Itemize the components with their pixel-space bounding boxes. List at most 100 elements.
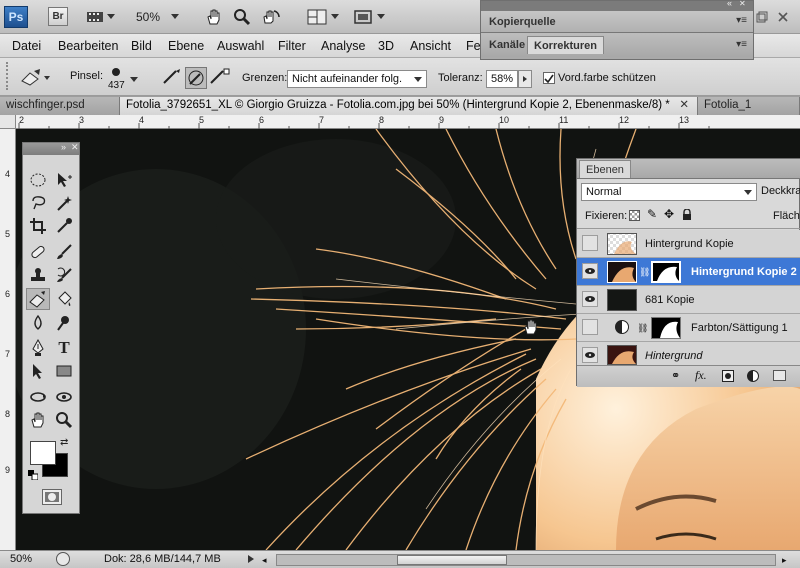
layer-row[interactable]: Hintergrund	[577, 342, 800, 366]
quick-mask-button[interactable]	[42, 489, 62, 505]
ruler-origin[interactable]	[0, 115, 16, 129]
options-grip[interactable]	[6, 62, 12, 90]
rectangle-tool-icon[interactable]	[52, 360, 76, 382]
marquee-tool-icon[interactable]	[26, 169, 50, 191]
layer-row[interactable]: 681 Kopie	[577, 286, 800, 314]
screen-mode-icon[interactable]	[352, 7, 374, 27]
panel-menu-icon[interactable]: ▾≡	[736, 39, 747, 50]
protect-foreground-checkbox[interactable]	[543, 72, 555, 84]
zoom-tool-icon[interactable]	[232, 7, 252, 27]
3d-orbit-tool-icon[interactable]	[52, 386, 76, 408]
scroll-left-icon[interactable]: ◂	[262, 555, 267, 566]
layer-mask-thumbnail[interactable]	[651, 261, 681, 283]
type-tool-icon[interactable]: T	[52, 337, 76, 359]
hand-tool-icon[interactable]	[26, 409, 50, 431]
blur-tool-icon[interactable]	[26, 312, 50, 334]
panel-menu-icon[interactable]: ▾≡	[736, 15, 747, 26]
link-icon[interactable]: ⛓	[639, 267, 650, 278]
eraser-tool-preset-icon[interactable]	[20, 67, 50, 87]
tab-fotolia-active[interactable]: Fotolia_3792651_XL © Giorgio Gruizza - F…	[120, 97, 698, 115]
rotate-view-icon[interactable]	[260, 7, 282, 27]
tab-kanaele[interactable]: Kanäle	[483, 36, 531, 54]
paint-bucket-tool-icon[interactable]	[52, 288, 76, 310]
close-tab-icon[interactable]: ✕	[679, 97, 689, 114]
sample-once-icon[interactable]	[185, 67, 207, 89]
scrollbar-thumb[interactable]	[397, 555, 507, 565]
eye-icon[interactable]	[582, 263, 598, 279]
foreground-color-swatch-front[interactable]	[30, 441, 56, 465]
lasso-tool-icon[interactable]	[26, 192, 50, 214]
blend-mode-select[interactable]: Normal	[581, 183, 757, 201]
magic-wand-tool-icon[interactable]	[52, 192, 76, 214]
healing-brush-tool-icon[interactable]	[26, 241, 50, 263]
panel-dock-header[interactable]: « ✕	[481, 0, 753, 11]
chevron-down-icon[interactable]	[106, 7, 116, 27]
sample-background-icon[interactable]	[209, 68, 231, 88]
zoom-level[interactable]: 50%	[136, 10, 160, 24]
scroll-right-icon[interactable]: ▸	[782, 555, 787, 566]
move-tool-icon[interactable]	[52, 169, 76, 191]
menu-select[interactable]: Auswahl	[217, 39, 264, 53]
sample-continuous-icon[interactable]	[162, 68, 184, 88]
close-window-icon[interactable]	[776, 7, 790, 27]
tools-panel-header[interactable]: » ✕	[23, 142, 79, 155]
collapse-icon[interactable]: «	[727, 0, 732, 8]
layer-mask-thumbnail[interactable]	[651, 317, 681, 339]
new-group-icon[interactable]	[773, 370, 786, 381]
tab-wischfinger[interactable]: wischfinger.psd	[0, 97, 120, 115]
chevron-down-icon[interactable]	[330, 7, 340, 27]
tab-ebenen[interactable]: Ebenen	[579, 160, 631, 178]
new-adjustment-icon[interactable]	[747, 370, 759, 382]
menu-analysis[interactable]: Analyse	[321, 39, 365, 53]
tab-kopierquelle[interactable]: Kopierquelle	[483, 13, 562, 31]
path-selection-tool-icon[interactable]	[26, 360, 50, 382]
menu-image[interactable]: Bild	[131, 39, 152, 53]
lock-pixels-icon[interactable]: ✎	[647, 207, 657, 221]
close-icon[interactable]: ✕	[71, 142, 79, 153]
collapse-icon[interactable]: »	[61, 142, 66, 152]
menu-edit[interactable]: Bearbeiten	[58, 39, 118, 53]
tab-fotolia-other[interactable]: Fotolia_1	[698, 97, 800, 115]
brush-tool-icon[interactable]	[52, 241, 76, 263]
dodge-tool-icon[interactable]	[52, 312, 76, 334]
add-mask-icon[interactable]	[722, 370, 734, 382]
lock-position-icon[interactable]: ✥	[664, 207, 674, 221]
horizontal-scrollbar[interactable]	[276, 554, 776, 566]
status-zoom[interactable]: 50%	[10, 553, 32, 565]
visibility-toggle[interactable]	[582, 235, 598, 251]
layer-row[interactable]: ⛓ Farbton/Sättigung 1	[577, 314, 800, 342]
menu-layer[interactable]: Ebene	[168, 39, 204, 53]
status-menu-icon[interactable]	[248, 555, 254, 563]
menu-file[interactable]: Datei	[12, 39, 41, 53]
swap-colors-icon[interactable]: ⇄	[60, 437, 68, 448]
zoom-tool-icon[interactable]	[52, 409, 76, 431]
zoom-dropdown-icon[interactable]	[170, 7, 180, 27]
menu-3d[interactable]: 3D	[378, 39, 394, 53]
default-colors-icon[interactable]	[28, 469, 39, 481]
layer-row-active[interactable]: ⛓ Hintergrund Kopie 2	[577, 258, 800, 286]
brush-dropdown-icon[interactable]	[130, 72, 140, 86]
limits-select[interactable]: Nicht aufeinander folg.	[287, 70, 427, 88]
lock-transparency-icon[interactable]	[629, 210, 640, 221]
layer-row[interactable]: Hintergrund Kopie	[577, 230, 800, 258]
visibility-toggle[interactable]	[582, 319, 598, 335]
link-icon[interactable]: ⛓	[637, 323, 648, 334]
fx-icon[interactable]: fx.	[695, 368, 707, 383]
arrange-documents-icon[interactable]	[306, 7, 328, 27]
menu-filter[interactable]: Filter	[278, 39, 306, 53]
bridge-button[interactable]: Br	[48, 7, 68, 26]
eyedropper-tool-icon[interactable]	[52, 215, 76, 237]
pen-tool-icon[interactable]	[26, 337, 50, 359]
menu-view[interactable]: Ansicht	[410, 39, 451, 53]
link-layers-icon[interactable]: ⚭	[671, 369, 680, 382]
crop-tool-icon[interactable]	[26, 215, 50, 237]
eye-icon[interactable]	[582, 291, 598, 307]
menu-window[interactable]: Fe	[466, 39, 481, 53]
tolerance-input[interactable]: 58%	[486, 70, 518, 88]
status-info-icon[interactable]	[56, 552, 70, 566]
background-eraser-tool-icon[interactable]	[26, 288, 50, 310]
tab-korrekturen[interactable]: Korrekturen	[527, 36, 604, 54]
3d-rotate-tool-icon[interactable]	[26, 386, 50, 408]
restore-window-icon[interactable]	[756, 7, 768, 27]
lock-all-icon[interactable]	[682, 208, 692, 220]
